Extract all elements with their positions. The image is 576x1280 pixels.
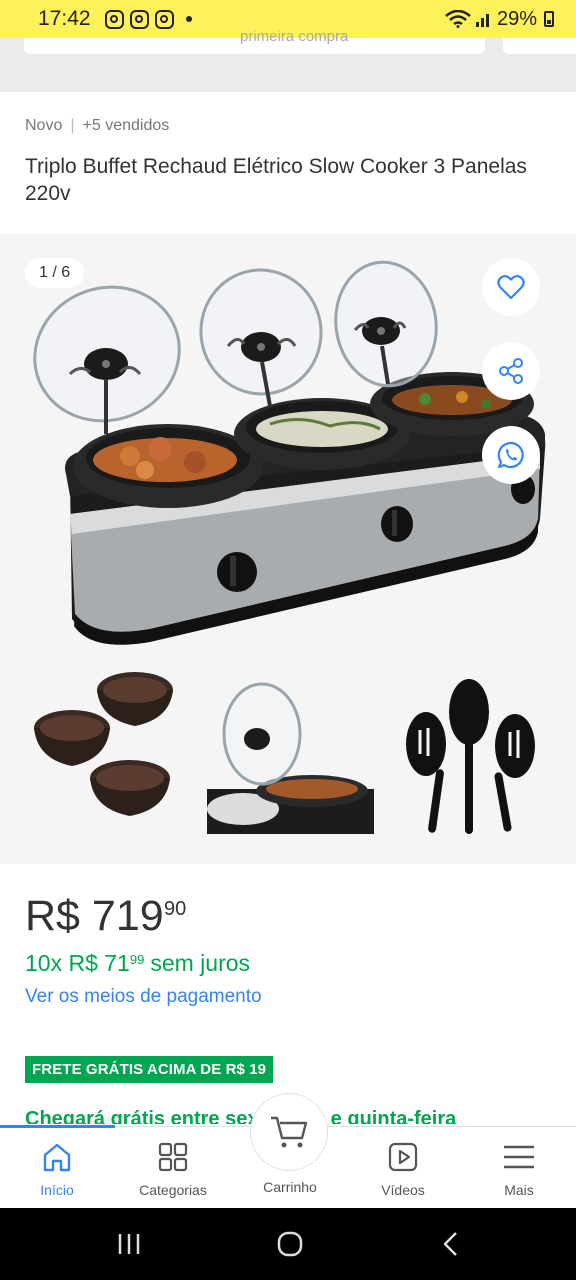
signal-icon — [475, 14, 489, 27]
nav-more-label: Mais — [504, 1182, 534, 1198]
recents-icon[interactable] — [116, 1230, 142, 1258]
promo-text: primeira compra — [240, 28, 349, 45]
nav-home-label: Início — [40, 1182, 74, 1198]
product-condition: Novo | +5 vendidos — [25, 117, 170, 134]
active-tab-indicator — [0, 1125, 115, 1128]
promo-strip: primeira compra — [0, 28, 576, 92]
favorite-button[interactable] — [482, 258, 540, 316]
more-notifications-dot-icon — [185, 16, 192, 22]
grid-icon — [158, 1142, 188, 1172]
play-icon — [388, 1142, 418, 1172]
price-main: R$ 719 — [25, 892, 164, 940]
notification-icons — [104, 9, 174, 29]
nav-home[interactable]: Início — [2, 1137, 112, 1198]
whatsapp-icon — [497, 441, 524, 469]
status-time: 17:42 — [38, 7, 91, 30]
battery-percent: 29% — [496, 7, 537, 30]
price-cents: 90 — [164, 898, 187, 920]
nav-categories-label: Categorias — [139, 1182, 207, 1198]
instagram-icon — [154, 9, 174, 29]
system-navigation-bar — [0, 1208, 576, 1280]
nav-more[interactable]: Mais — [464, 1137, 574, 1198]
whatsapp-share-button[interactable] — [482, 426, 540, 484]
bottom-navigation: Início Categorias Carrinho Vídeos Mais — [0, 1093, 576, 1208]
share-button[interactable] — [482, 342, 540, 400]
share-icon — [499, 358, 523, 384]
nav-videos[interactable]: Vídeos — [348, 1137, 458, 1198]
cart-icon — [271, 1116, 308, 1148]
instagram-icon — [129, 9, 149, 29]
installments-cents: 99 — [129, 952, 145, 967]
battery-icon — [544, 11, 554, 27]
nav-cart-button[interactable] — [250, 1093, 328, 1171]
menu-icon — [504, 1145, 534, 1169]
payment-methods-link[interactable]: Ver os meios de pagamento — [25, 986, 262, 1008]
condition-label: Novo — [25, 117, 63, 134]
image-counter: 1 / 6 — [25, 258, 85, 288]
home-system-icon[interactable] — [276, 1230, 304, 1258]
status-indicators: 29% — [445, 8, 554, 31]
wifi-icon — [445, 10, 471, 28]
product-image — [33, 260, 546, 834]
sold-count: +5 vendidos — [82, 117, 170, 134]
nav-cart-label[interactable]: Carrinho — [235, 1179, 345, 1195]
arrival-info: Chegará grátis entre sexta-feira e quint… — [25, 1108, 457, 1124]
promo-card[interactable]: primeira compra — [24, 28, 485, 54]
installments-suffix: sem juros — [150, 950, 251, 976]
installments: 10x R$ 71 99 sem juros — [25, 950, 250, 977]
installments-amount: 10x R$ 71 — [25, 950, 130, 976]
promo-card[interactable] — [503, 38, 576, 54]
nav-categories[interactable]: Categorias — [118, 1137, 228, 1198]
instagram-icon — [104, 9, 124, 29]
back-icon[interactable] — [440, 1230, 462, 1258]
product-gallery[interactable]: 1 / 6 — [0, 234, 576, 864]
free-shipping-badge: FRETE GRÁTIS ACIMA DE R$ 19 — [25, 1056, 274, 1083]
product-title: Triplo Buffet Rechaud Elétrico Slow Cook… — [25, 155, 527, 205]
nav-videos-label: Vídeos — [381, 1182, 425, 1198]
heart-icon — [497, 275, 525, 300]
home-icon — [43, 1143, 71, 1172]
